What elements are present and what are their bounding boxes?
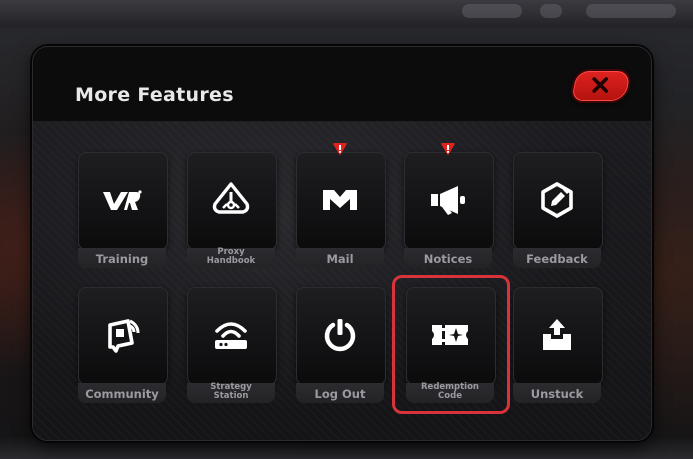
tile-label: Mail <box>326 252 354 266</box>
panel-title: More Features <box>75 84 234 106</box>
game-background: More Features Training Proxy Handbook Ma… <box>0 0 693 459</box>
feature-tile-proxy-handbook[interactable]: Proxy Handbook <box>183 152 279 270</box>
feature-tile-notices[interactable]: Notices <box>400 143 496 270</box>
feature-tile-strategy-station[interactable]: Strategy Station <box>183 287 279 405</box>
mail-icon <box>323 190 357 210</box>
community-chat-icon <box>108 319 140 353</box>
selection-highlight <box>392 275 510 414</box>
tile-label: Unstuck <box>530 387 584 401</box>
tile-label: Feedback <box>526 252 588 266</box>
tile-label: Notices <box>423 252 473 266</box>
hud-element <box>462 4 522 18</box>
hud-element <box>540 4 562 18</box>
tile-label: Strategy Station <box>210 382 252 401</box>
top-hud <box>0 0 693 28</box>
hud-element <box>586 4 676 18</box>
feedback-edit-icon <box>541 182 573 218</box>
handbook-icon <box>212 182 250 214</box>
tile-label: Log Out <box>314 387 366 401</box>
vr-logo-icon <box>103 190 142 210</box>
feature-tile-log-out[interactable]: Log Out <box>292 287 388 405</box>
alert-badge-icon <box>333 143 347 155</box>
tile-label: Proxy Handbook <box>206 247 256 266</box>
feature-tile-unstuck[interactable]: Unstuck <box>509 287 605 405</box>
router-icon <box>215 322 247 349</box>
feature-tile-mail[interactable]: Mail <box>292 143 388 270</box>
power-icon <box>324 319 356 352</box>
feature-tile-community[interactable]: Community <box>74 287 170 405</box>
tile-label: Community <box>85 387 159 401</box>
upload-box-icon <box>543 319 571 350</box>
feature-tile-training[interactable]: Training <box>74 152 170 270</box>
tile-label: Training <box>95 252 149 266</box>
feature-tile-feedback[interactable]: Feedback <box>509 152 605 270</box>
megaphone-icon <box>431 186 465 215</box>
close-icon <box>592 77 609 93</box>
alert-badge-icon <box>441 143 455 155</box>
